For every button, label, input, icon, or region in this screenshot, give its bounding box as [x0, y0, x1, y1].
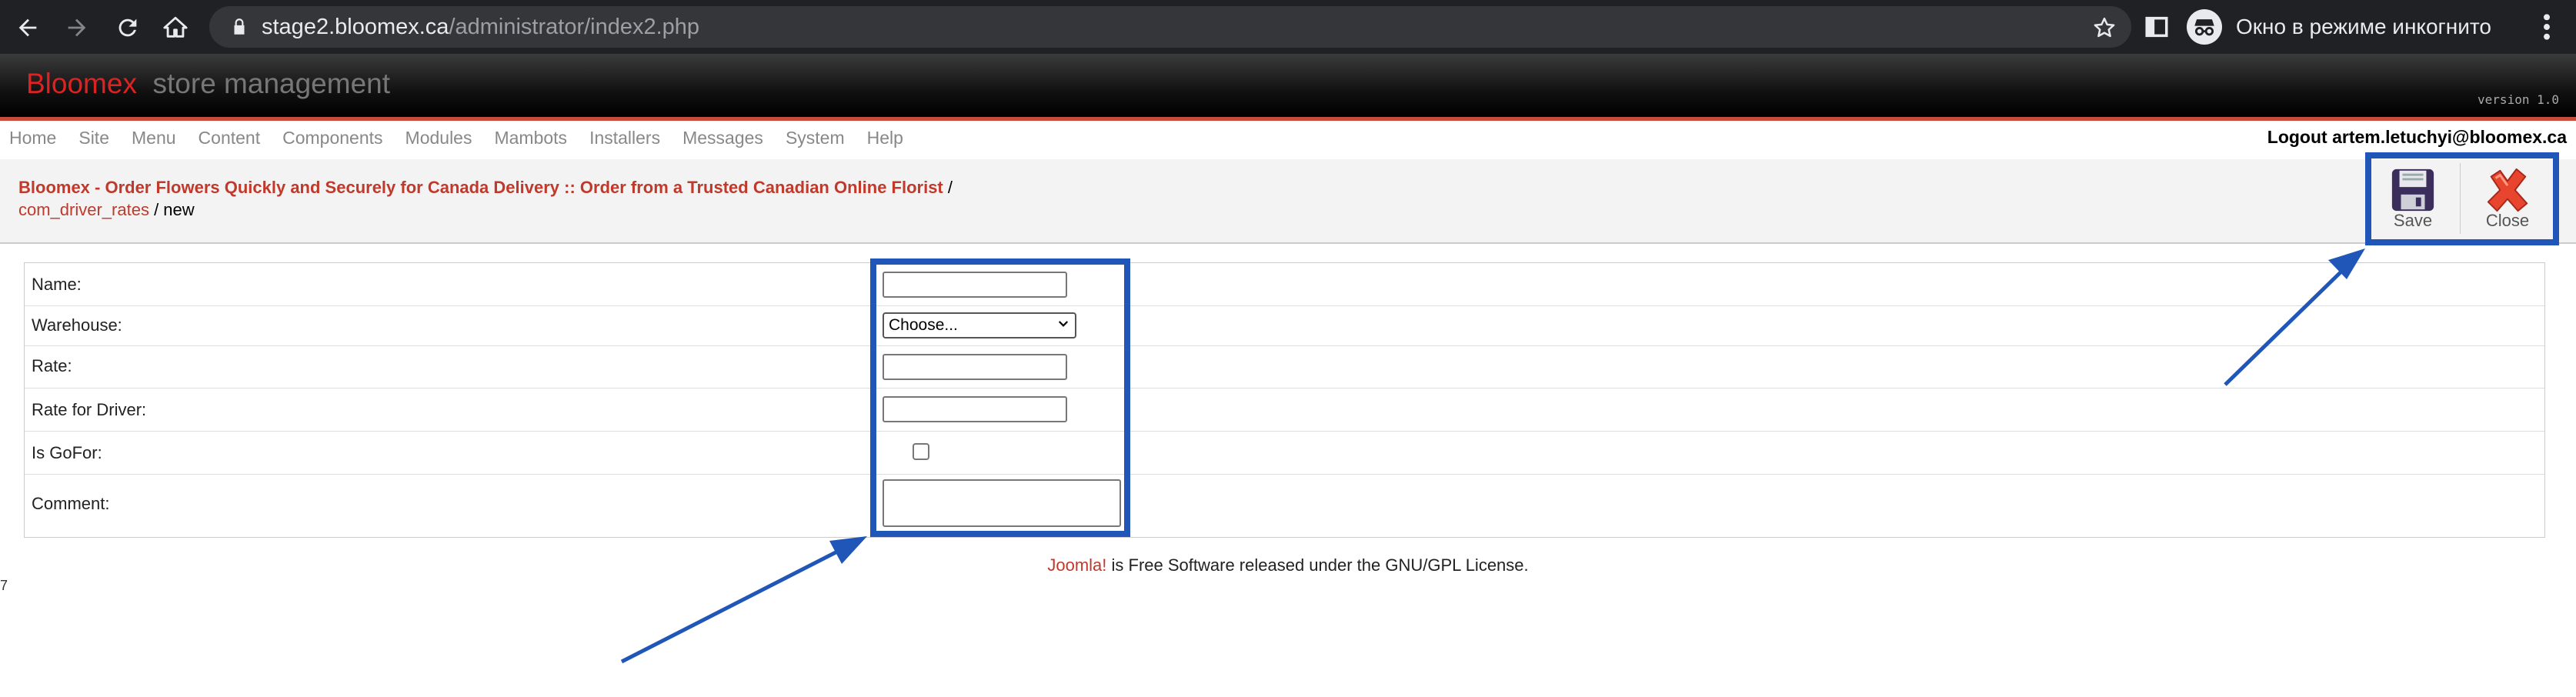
forward-icon[interactable]	[60, 11, 94, 45]
incognito-indicator[interactable]: Окно в режиме инкогнито	[2187, 8, 2491, 46]
admin-header: Bloomex store management version 1.0	[0, 54, 2576, 117]
header-title: Bloomex store management	[26, 68, 390, 100]
form-row-name: Name:	[25, 263, 2544, 306]
home-icon[interactable]	[158, 11, 192, 45]
side-panel-icon[interactable]	[2144, 14, 2170, 40]
menu-item-components[interactable]: Components	[282, 128, 382, 148]
form-row-rate: Rate:	[25, 345, 2544, 389]
breadcrumb-component-link[interactable]: com_driver_rates	[18, 200, 149, 219]
breadcrumb-separator: /	[947, 178, 953, 197]
breadcrumb: Bloomex - Order Flowers Quickly and Secu…	[18, 178, 953, 198]
page-toolbar: Bloomex - Order Flowers Quickly and Secu…	[0, 159, 2576, 244]
form-row-warehouse: Warehouse: Choose...	[25, 305, 2544, 346]
admin-menubar: Home Site Menu Content Components Module…	[0, 121, 2576, 160]
form-fields-highlight	[870, 258, 1130, 537]
form-row-is-gofor: Is GoFor:	[25, 431, 2544, 475]
rate-label: Rate:	[32, 356, 72, 375]
menu-item-mambots[interactable]: Mambots	[494, 128, 567, 148]
driver-rate-form: Name: Warehouse: Choose... Rate: Rate fo…	[24, 262, 2545, 538]
menu-item-home[interactable]: Home	[9, 128, 56, 148]
menu-item-system[interactable]: System	[786, 128, 845, 148]
menu-kebab-icon[interactable]	[2539, 12, 2554, 42]
address-bar[interactable]: stage2.bloomex.ca/administrator/index2.p…	[209, 6, 2131, 48]
brand-name: Bloomex	[26, 68, 137, 99]
menu-item-site[interactable]: Site	[78, 128, 109, 148]
incognito-label: Окно в режиме инкогнито	[2236, 15, 2491, 38]
rate-driver-label: Rate for Driver:	[32, 400, 147, 419]
main-menu: Home Site Menu Content Components Module…	[9, 128, 903, 148]
menu-item-modules[interactable]: Modules	[405, 128, 472, 148]
url-path: /administrator/index2.php	[449, 15, 700, 39]
back-icon[interactable]	[11, 11, 45, 45]
menu-item-content[interactable]: Content	[199, 128, 261, 148]
comment-label: Comment:	[32, 494, 110, 513]
breadcrumb-sub: com_driver_rates / new	[18, 200, 195, 220]
url-text[interactable]: stage2.bloomex.ca/administrator/index2.p…	[262, 14, 699, 40]
logout-link[interactable]: Logout artem.letuchyi@bloomex.ca	[2267, 127, 2567, 148]
incognito-icon	[2187, 9, 2222, 45]
url-host: stage2.bloomex.ca	[262, 15, 449, 39]
version-label: version 1.0	[2478, 92, 2559, 107]
lock-icon[interactable]	[229, 17, 249, 37]
menu-item-help[interactable]: Help	[867, 128, 903, 148]
breadcrumb-site-link[interactable]: Bloomex - Order Flowers Quickly and Secu…	[18, 178, 943, 197]
footer-text: is Free Software released under the GNU/…	[1106, 555, 1529, 575]
name-label: Name:	[32, 275, 82, 294]
menu-item-messages[interactable]: Messages	[682, 128, 763, 148]
header-subtitle: store management	[152, 68, 391, 99]
breadcrumb-page: / new	[154, 200, 195, 219]
menu-item-menu[interactable]: Menu	[132, 128, 176, 148]
page-footer: Joomla! is Free Software released under …	[0, 555, 2576, 575]
browser-toolbar: stage2.bloomex.ca/administrator/index2.p…	[0, 0, 2576, 54]
toolbar-buttons-highlight	[2365, 152, 2559, 245]
form-row-rate-driver: Rate for Driver:	[25, 388, 2544, 432]
warehouse-label: Warehouse:	[32, 315, 122, 335]
reload-icon[interactable]	[111, 11, 145, 45]
form-row-comment: Comment:	[25, 474, 2544, 537]
bookmark-star-icon[interactable]	[2093, 16, 2116, 39]
is-gofor-label: Is GoFor:	[32, 443, 102, 462]
stray-mark: 7	[0, 578, 8, 593]
menu-item-installers[interactable]: Installers	[589, 128, 660, 148]
joomla-link[interactable]: Joomla!	[1047, 555, 1106, 575]
